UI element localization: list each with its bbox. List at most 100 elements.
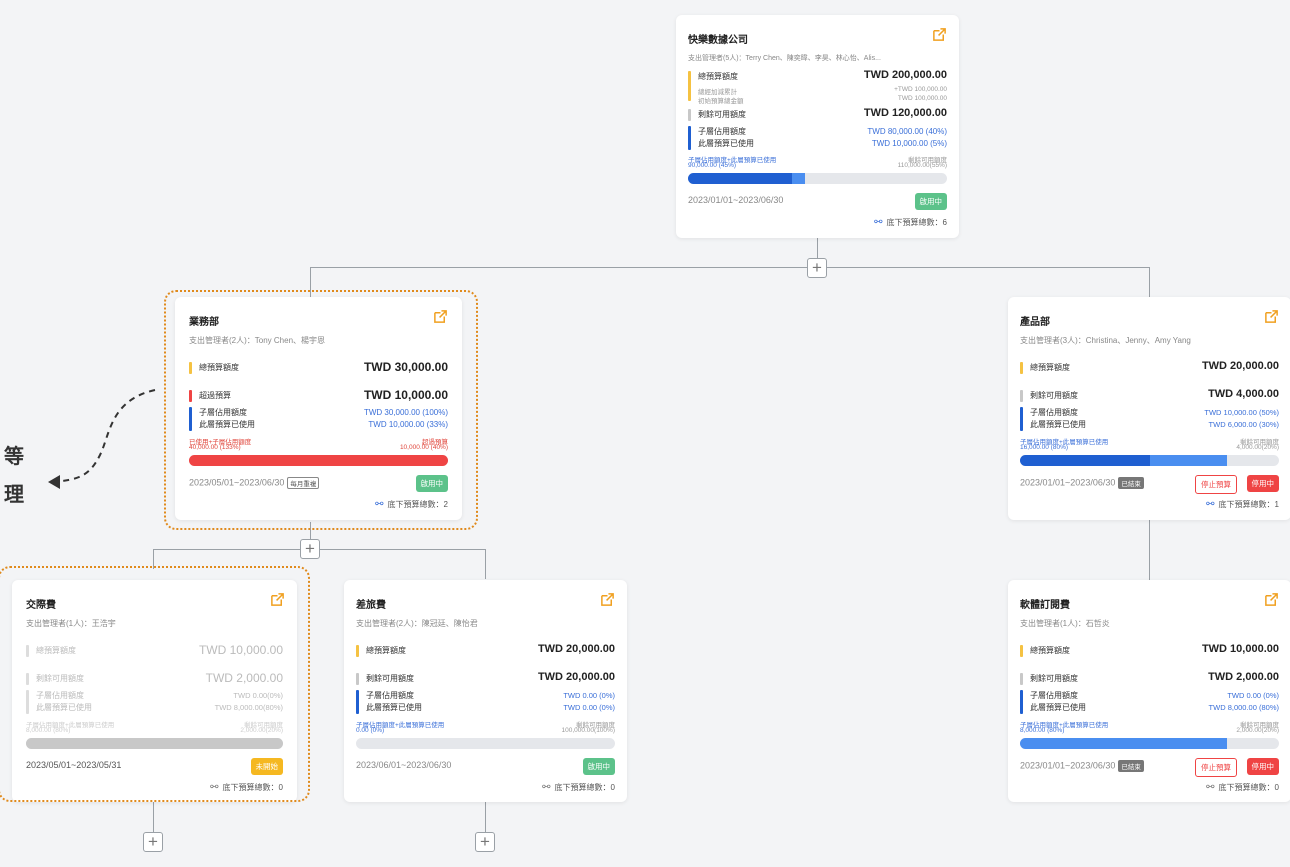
value: TWD 2,000.00 xyxy=(1208,671,1279,683)
value: TWD 20,000.00 xyxy=(537,671,615,683)
value: TWD 10,000.00 (50%) xyxy=(1204,408,1279,417)
card-title: 軟體訂閱費 xyxy=(1020,600,1070,611)
count-text: 底下預算總數：0 xyxy=(1218,783,1279,792)
count-text: 底下預算總數：6 xyxy=(886,218,947,227)
add-child-button[interactable]: + xyxy=(807,258,827,278)
stop-budget-button[interactable]: 停止預算 xyxy=(1195,758,1237,777)
managers-text: 支出管理者(5人)：Terry Chen、陳奕暐、李昊、林心怡、Alis... xyxy=(688,55,881,62)
label: 總預算額度 xyxy=(366,646,406,655)
ended-tag: 已結束 xyxy=(1118,760,1144,772)
value: TWD 10,000.00 (5%) xyxy=(871,139,947,148)
marker xyxy=(1020,362,1023,374)
marker xyxy=(688,109,691,121)
sub1-value: +TWD 100,000.00 xyxy=(894,86,947,93)
label: 剩餘可用額度 xyxy=(698,110,746,119)
status-badge: 停用中 xyxy=(1246,758,1279,775)
marker xyxy=(688,71,691,101)
external-link-icon[interactable] xyxy=(1264,592,1279,607)
budget-card-travel[interactable]: 差旅費 支出管理者(2人)：陳冠廷、陳怡君 總預算額度 TWD 20,000.0… xyxy=(344,580,627,802)
label: 剩餘可用額度 xyxy=(1030,674,1078,683)
count-text: 底下預算總數：0 xyxy=(554,783,615,792)
label: 剩餘可用額度 xyxy=(366,674,414,683)
marker xyxy=(356,645,359,657)
value: TWD 0.00 (0%) xyxy=(563,703,615,712)
connector xyxy=(153,802,154,832)
label: 子層佔用額度 xyxy=(698,127,746,136)
label: 此層預算已使用 xyxy=(1030,703,1086,712)
label: 總預算額度 xyxy=(698,72,738,81)
total-row: 總預算額度 TWD 200,000.00 xyxy=(688,69,947,101)
external-link-icon[interactable] xyxy=(932,27,947,42)
foot-right-2: 110,000.00(55%) xyxy=(897,162,947,169)
used-row: 此層預算已使用 TWD 10,000.00 (5%) xyxy=(688,138,947,152)
foot-right-2: 4,000.00(20%) xyxy=(1236,444,1279,451)
value: TWD 0.00 (0%) xyxy=(1227,691,1279,700)
status-badge: 啟用中 xyxy=(582,758,615,775)
managers-text: 支出管理者(3人)：Christina、Jenny、Amy Yang xyxy=(1020,336,1191,345)
add-child-button[interactable]: + xyxy=(300,539,320,559)
total-row: 總預算額度 TWD 20,000.00 xyxy=(356,643,615,659)
label: 子層佔用額度 xyxy=(1030,408,1078,417)
budget-card-software[interactable]: 軟體訂閱費 支出管理者(1人)：石哲炎 總預算額度 TWD 10,000.00 … xyxy=(1008,580,1290,802)
child-count[interactable]: ⚯ 底下預算總數：1 xyxy=(1206,499,1279,510)
external-link-icon[interactable] xyxy=(600,592,615,607)
date-range: 2023/01/01~2023/06/30 已結束 xyxy=(1020,760,1144,772)
date-range: 2023/01/01~2023/06/30 xyxy=(688,195,784,205)
used-row: 此層預算已使用 TWD 8,000.00 (80%) xyxy=(1020,702,1279,716)
remain-row: 剩餘可用額度 TWD 2,000.00 xyxy=(1020,671,1279,687)
child-count[interactable]: ⚯ 底下預算總數：0 xyxy=(542,782,615,793)
add-child-button[interactable]: + xyxy=(143,832,163,852)
budget-card-product[interactable]: 產品部 支出管理者(3人)：Christina、Jenny、Amy Yang 總… xyxy=(1008,297,1290,520)
child-count[interactable]: ⚯ 底下預算總數：6 xyxy=(874,217,947,228)
hierarchy-icon: ⚯ xyxy=(874,217,883,228)
marker xyxy=(356,673,359,685)
child-count[interactable]: ⚯ 底下預算總數：0 xyxy=(1206,782,1279,793)
dashed-arrow-icon xyxy=(48,389,156,489)
marker xyxy=(1020,645,1023,657)
marker xyxy=(1020,673,1023,685)
value: TWD 200,000.00 xyxy=(863,69,947,81)
label: 此層預算已使用 xyxy=(1030,420,1086,429)
ended-tag: 已結束 xyxy=(1118,477,1144,489)
progress-bar xyxy=(1020,455,1279,466)
progress-bar xyxy=(1020,738,1279,749)
connector xyxy=(817,238,818,260)
side-text-2: 理 xyxy=(4,484,24,506)
foot-left-2: 90,000.00 (45%) xyxy=(688,162,737,169)
add-child-button[interactable]: + xyxy=(475,832,495,852)
total-row: 總預算額度 TWD 20,000.00 xyxy=(1020,360,1279,376)
value: TWD 20,000.00 xyxy=(537,643,615,655)
card-title: 產品部 xyxy=(1020,317,1050,328)
label: 此層預算已使用 xyxy=(698,139,754,148)
highlight-outline xyxy=(164,290,478,530)
highlight-outline xyxy=(0,566,310,802)
value: TWD 0.00 (0%) xyxy=(563,691,615,700)
hierarchy-icon: ⚯ xyxy=(542,782,551,793)
remain-row: 剩餘可用額度 TWD 120,000.00 xyxy=(688,107,947,123)
label: 總預算額度 xyxy=(1030,646,1070,655)
date-text: 2023/01/01~2023/06/30 xyxy=(1020,760,1116,771)
external-link-icon[interactable] xyxy=(1264,309,1279,324)
sub2-value: TWD 100,000.00 xyxy=(897,95,947,102)
connector xyxy=(485,549,486,579)
value: TWD 10,000.00 xyxy=(1201,643,1279,655)
label: 剩餘可用額度 xyxy=(1030,391,1078,400)
sub2-label: 初始預算總金額 xyxy=(698,98,744,105)
count-text: 底下預算總數：1 xyxy=(1218,500,1279,509)
marker xyxy=(1020,390,1023,402)
connector xyxy=(485,802,486,832)
value: TWD 20,000.00 xyxy=(1201,360,1279,372)
budget-card-root[interactable]: 快樂數據公司 支出管理者(5人)：Terry Chen、陳奕暐、李昊、林心怡、A… xyxy=(676,15,959,238)
label: 子層佔用額度 xyxy=(1030,691,1078,700)
hierarchy-icon: ⚯ xyxy=(1206,782,1215,793)
managers-text: 支出管理者(1人)：石哲炎 xyxy=(1020,619,1110,628)
remain-row: 剩餘可用額度 TWD 20,000.00 xyxy=(356,671,615,687)
managers-text: 支出管理者(2人)：陳冠廷、陳怡君 xyxy=(356,619,478,628)
label: 總預算額度 xyxy=(1030,363,1070,372)
date-range: 2023/06/01~2023/06/30 xyxy=(356,760,452,770)
connector xyxy=(1149,267,1150,297)
date-range: 2023/01/01~2023/06/30 已結束 xyxy=(1020,477,1144,489)
stop-budget-button[interactable]: 停止預算 xyxy=(1195,475,1237,494)
card-title: 快樂數據公司 xyxy=(688,35,748,46)
connector xyxy=(310,267,1150,268)
